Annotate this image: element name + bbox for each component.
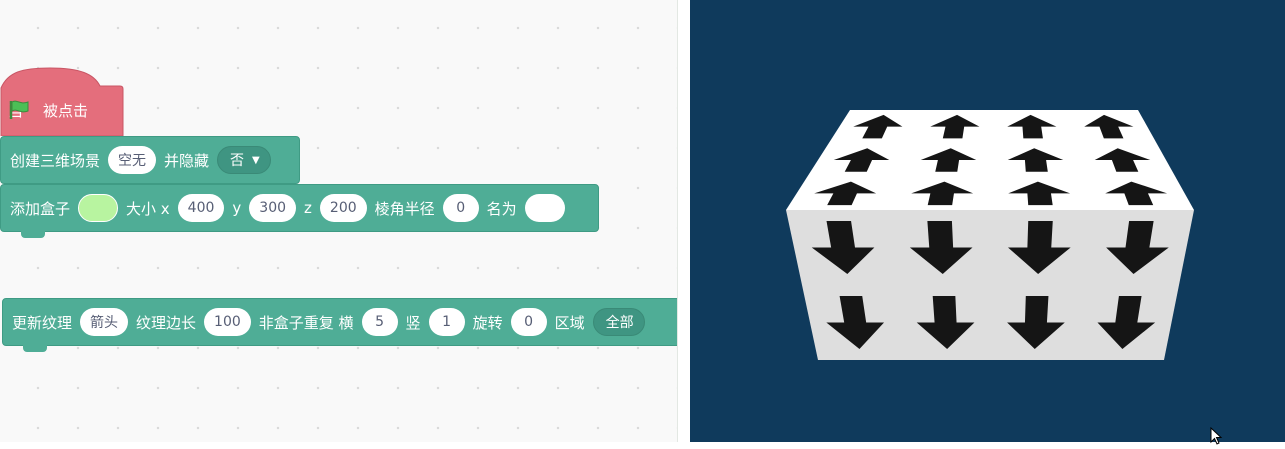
repeat-vertical-input[interactable]: 1 [428,308,465,336]
texture-edge-input[interactable]: 100 [204,308,251,336]
when-flag-clicked-block[interactable]: 当 被点击 [0,66,124,136]
add-box-block[interactable]: 添加盒子 大小 x 400 y 300 z 200 棱角半径 0 名为 [0,184,599,238]
size-x-input[interactable]: 400 [177,194,225,222]
chevron-down-icon: ▼ [252,154,260,166]
block-notch [21,231,45,238]
name-label: 名为 [486,199,517,218]
stage-canvas[interactable] [690,0,1285,442]
size-z-input[interactable]: 200 [319,194,367,222]
mouse-cursor-icon [1210,426,1224,449]
texture-edge-label: 纹理边长 [136,313,197,332]
size-y-input[interactable]: 300 [249,194,297,222]
name-input[interactable] [524,194,565,222]
rotate-label: 旋转 [472,313,503,332]
region-label: 区域 [554,313,585,332]
hide-dropdown[interactable]: 否 ▼ [217,146,271,174]
code-workspace[interactable]: 当 被点击 创建三维场景 空无 并隐藏 否 ▼ 添加盒子 大小 x 400 y … [0,0,677,442]
create-3d-scene-block[interactable]: 创建三维场景 空无 并隐藏 否 ▼ [0,136,300,184]
scene-input[interactable]: 空无 [108,146,157,174]
edge-radius-label: 棱角半径 [374,199,435,218]
create-scene-label: 创建三维场景 [10,151,101,170]
box-color-picker[interactable] [78,194,119,222]
pane-splitter[interactable] [677,0,691,442]
3d-box-render [786,110,1194,360]
rotate-input[interactable]: 0 [510,308,547,336]
y-label: y [232,199,242,217]
repeat-vertical-label: 竖 [405,313,421,332]
hide-dropdown-value: 否 [230,153,245,169]
region-dropdown[interactable]: 全部 [592,308,645,336]
edge-radius-input[interactable]: 0 [442,194,479,222]
update-texture-label: 更新纹理 [12,313,73,332]
size-x-label: 大小 x [126,199,170,218]
region-dropdown-value: 全部 [605,315,634,331]
z-label: z [304,199,312,217]
update-texture-block[interactable]: 更新纹理 箭头 纹理边长 100 非盒子重复 横 5 竖 1 旋转 0 区域 全… [2,298,677,352]
texture-input[interactable]: 箭头 [80,308,129,336]
block-notch [23,345,47,352]
hide-label: 并隐藏 [164,151,210,170]
repeat-horizontal-input[interactable]: 5 [361,308,398,336]
add-box-label: 添加盒子 [10,199,71,218]
repeat-horizontal-label: 非盒子重复 横 [258,313,354,332]
hat-suffix: 被点击 [43,102,89,120]
